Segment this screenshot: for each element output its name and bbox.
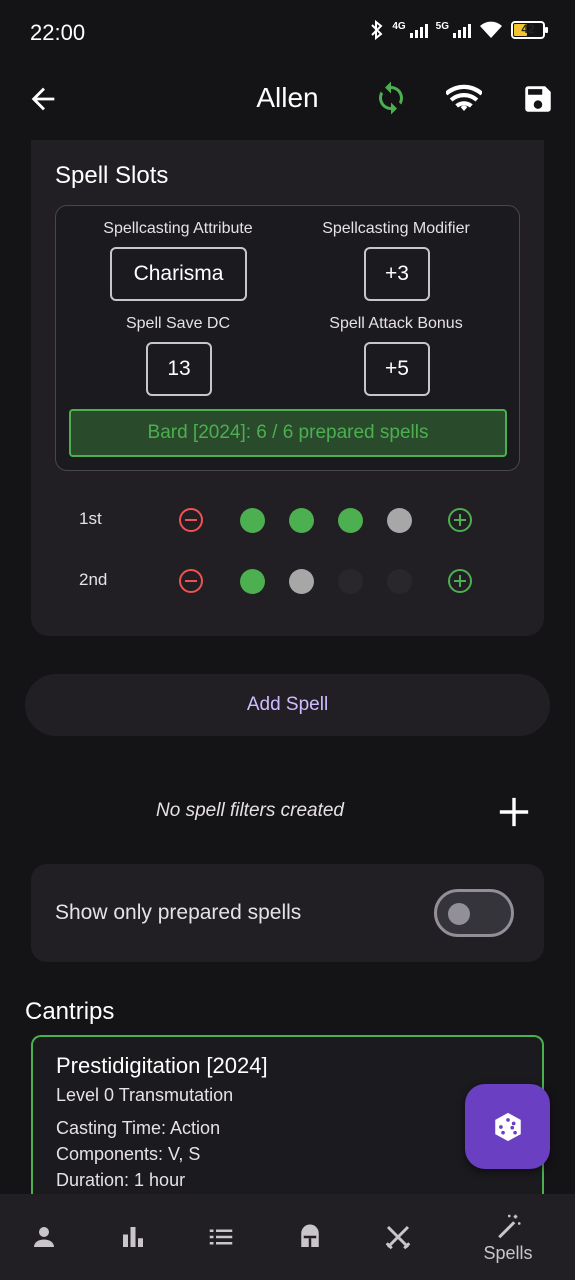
battery-level: 42	[521, 22, 535, 36]
spell-slots-card: Spell Slots Spellcasting Attribute Chari…	[31, 140, 544, 636]
wifi-icon[interactable]	[446, 84, 482, 114]
spellcasting-attribute-value[interactable]: Charisma	[110, 247, 247, 301]
slot-row-1st: 1st	[31, 500, 544, 540]
dice-roll-fab[interactable]	[465, 1084, 550, 1169]
slot-dot-used[interactable]	[240, 569, 265, 594]
slot-dot-available[interactable]	[289, 569, 314, 594]
prepared-spells-status: Bard [2024]: 6 / 6 prepared spells	[69, 409, 507, 457]
slot-dot-used[interactable]	[289, 508, 314, 533]
add-spell-button[interactable]: Add Spell	[25, 674, 550, 736]
slot-dot-empty	[338, 569, 363, 594]
magic-wand-icon	[498, 1214, 521, 1238]
prepared-toggle-card: Show only prepared spells	[31, 864, 544, 962]
network-type-5g: 5G	[435, 20, 449, 32]
spell-save-dc-label: Spell Save DC	[125, 315, 231, 332]
crossed-swords-icon	[385, 1225, 411, 1250]
prepared-toggle-label: Show only prepared spells	[55, 901, 302, 924]
person-icon	[34, 1227, 54, 1247]
slot-dot-empty	[387, 569, 412, 594]
spell-attack-bonus-value: +5	[364, 342, 430, 396]
bar-chart-icon	[123, 1227, 143, 1247]
wifi-status-icon	[480, 21, 502, 38]
prepared-toggle-switch[interactable]	[434, 889, 514, 937]
spell-slots-heading: Spell Slots	[55, 162, 169, 189]
slot-dot-available[interactable]	[387, 508, 412, 533]
slot-level-label: 1st	[79, 509, 102, 528]
spell-level-school: Level 0 Transmutation	[56, 1085, 234, 1105]
save-icon[interactable]	[521, 82, 555, 116]
spellcasting-attribute-label: Spellcasting Attribute	[103, 220, 253, 237]
spellcasting-stats-box: Spellcasting Attribute Charisma Spellcas…	[55, 205, 520, 471]
add-slot-1st-button[interactable]	[448, 508, 472, 532]
bottom-navigation: Spells	[0, 1194, 575, 1280]
nav-equipment[interactable]	[270, 1194, 350, 1280]
status-time: 22:00	[30, 20, 86, 45]
remove-slot-2nd-button[interactable]	[179, 569, 203, 593]
nav-combat[interactable]	[358, 1194, 438, 1280]
nav-stats[interactable]	[93, 1194, 173, 1280]
slot-dot-used[interactable]	[240, 508, 265, 533]
spell-duration: Duration: 1 hour	[56, 1170, 186, 1190]
app-bar: Allen	[0, 66, 575, 132]
battery-icon: 42	[511, 21, 548, 39]
spellcasting-modifier-value: +3	[364, 247, 430, 301]
spell-components: Components: V, S	[56, 1144, 201, 1164]
nav-character[interactable]	[4, 1194, 84, 1280]
network-type-4g: 4G	[392, 20, 406, 32]
slot-level-label: 2nd	[79, 570, 108, 589]
slot-row-2nd: 2nd	[31, 561, 544, 601]
signal-icon	[453, 22, 471, 38]
status-icons: 4G 5G 42	[370, 20, 548, 40]
nav-spells-label: Spells	[483, 1242, 533, 1263]
page-title: Allen	[256, 82, 319, 113]
nav-spells[interactable]: Spells	[468, 1194, 548, 1280]
cantrips-heading: Cantrips	[25, 998, 115, 1025]
no-filters-text: No spell filters created	[156, 800, 344, 821]
helmet-icon	[301, 1224, 319, 1247]
spell-name: Prestidigitation [2024]	[56, 1053, 268, 1078]
dice-icon	[494, 1112, 521, 1141]
sync-icon[interactable]	[373, 80, 409, 116]
slot-dot-used[interactable]	[338, 508, 363, 533]
status-bar: 22:00 4G 5G 42	[0, 0, 575, 66]
signal-icon	[409, 22, 428, 38]
spellcasting-modifier-label: Spellcasting Modifier	[322, 220, 470, 237]
bluetooth-icon	[371, 20, 383, 40]
spell-casting-time: Casting Time: Action	[56, 1118, 221, 1138]
add-slot-2nd-button[interactable]	[448, 569, 472, 593]
spell-attack-bonus-label: Spell Attack Bonus	[329, 315, 463, 332]
toggle-knob	[448, 903, 470, 925]
remove-slot-1st-button[interactable]	[179, 508, 203, 532]
spell-save-dc-value: 13	[146, 342, 212, 396]
list-icon	[209, 1229, 233, 1245]
nav-list[interactable]	[181, 1194, 261, 1280]
add-filter-icon[interactable]	[497, 795, 531, 829]
